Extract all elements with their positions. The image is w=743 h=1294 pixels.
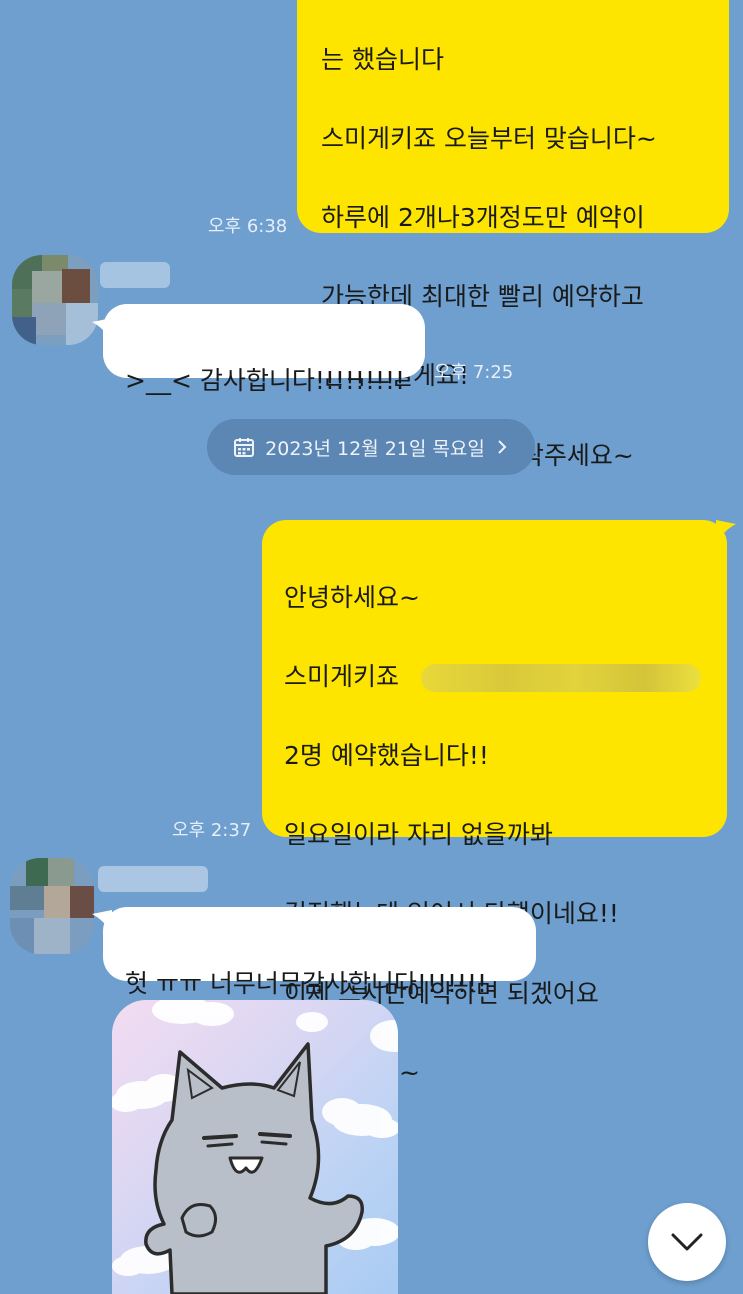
cat-illustration (112, 1000, 398, 1294)
gray-cat-sticker[interactable] (112, 1000, 398, 1294)
message-line-text: 스미게키죠 (284, 661, 400, 691)
avatar[interactable] (12, 255, 98, 345)
message-line: 안녕하세요~ (284, 582, 420, 612)
avatar[interactable] (10, 858, 94, 954)
message-line: 스미게키죠 (284, 657, 727, 697)
date-label: 2023년 12월 21일 목요일 (265, 437, 485, 460)
message-line: 헛 ㅠㅠ 너무너무감사합니다!!!!!!! (125, 968, 488, 998)
sender-name-blurred (98, 866, 208, 892)
message-line: 일요일이라 자리 없을까봐 (284, 820, 553, 850)
message-line: 2명 예약했습니다!! (284, 740, 489, 770)
message-line: 는 했습니다 (321, 44, 444, 74)
sender-name-blurred (100, 262, 170, 288)
chevron-right-icon (498, 440, 507, 454)
message-line: 스미게키죠 오늘부터 맞습니다~ (321, 123, 657, 153)
avatar-blurred-image (10, 858, 94, 954)
redacted-text (420, 663, 701, 692)
avatar-blurred-image (12, 255, 98, 345)
calendar-icon (234, 438, 255, 457)
message-time: 오후 2:37 (172, 820, 252, 841)
message-line: 하루에 2개나3개정도만 예약이 (321, 202, 645, 232)
scroll-to-bottom-button[interactable] (648, 1203, 726, 1281)
message-time: 오후 7:25 (434, 362, 514, 383)
chevron-down-icon (671, 1233, 703, 1251)
date-divider[interactable]: 2023년 12월 21일 목요일 (207, 419, 535, 475)
message-line: >__< 감사합니다!!!!!!!!! (125, 365, 406, 395)
message-time: 오후 6:38 (208, 216, 288, 237)
